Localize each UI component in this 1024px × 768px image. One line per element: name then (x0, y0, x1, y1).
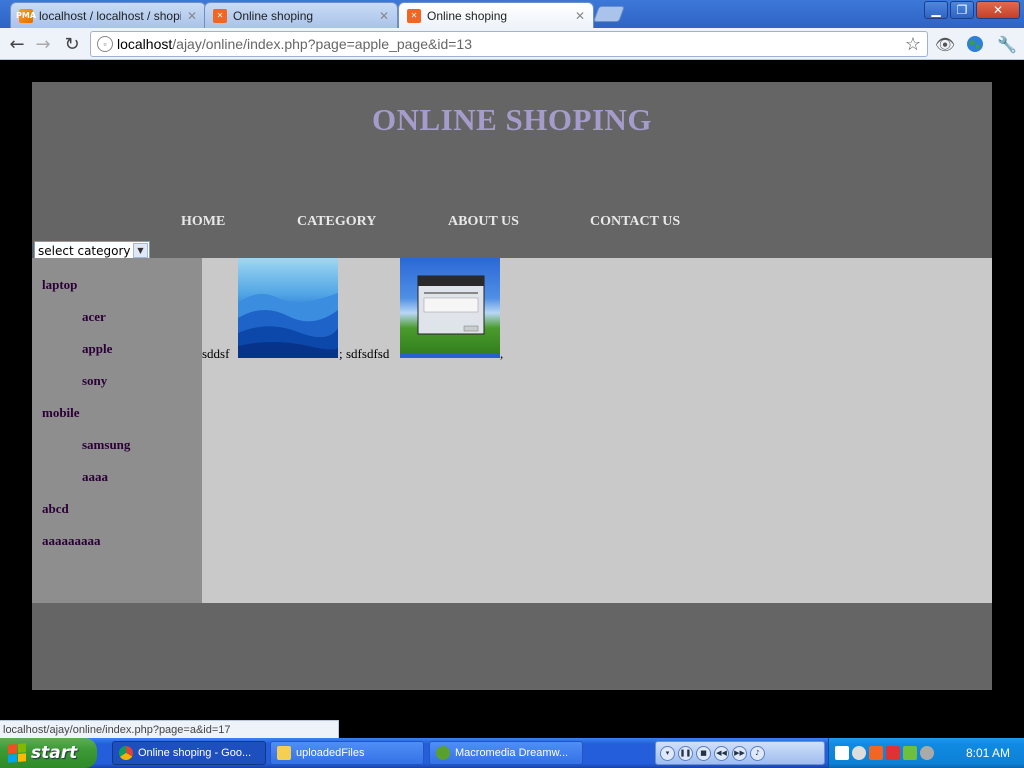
taskbar-item-dreamweaver[interactable]: Macromedia Dreamw... (429, 741, 583, 765)
tab-label: Online shoping (233, 8, 314, 23)
phpmyadmin-icon: PMA (16, 8, 36, 23)
new-tab-button[interactable] (593, 6, 625, 22)
tab-phpmyadmin[interactable]: PMA localhost / localhost / shoping ✕ (10, 2, 206, 28)
security-tray-icon[interactable] (903, 746, 917, 760)
page-icon: ▫ (97, 36, 113, 52)
product-image-mountains[interactable] (238, 258, 338, 358)
sidebar-item-abcd[interactable]: abcd (42, 501, 69, 517)
previous-icon[interactable]: ◀◀ (714, 745, 729, 761)
dreamweaver-icon (436, 746, 450, 760)
browser-tab-strip: PMA localhost / localhost / shoping ✕ ✕ … (0, 0, 1024, 28)
site-footer (32, 603, 992, 690)
nav-category-link[interactable]: CATEGORY (297, 214, 376, 230)
sidebar-item-acer[interactable]: acer (82, 309, 106, 325)
nav-about-us-link[interactable]: ABOUT US (448, 214, 519, 230)
taskbar-item-label: Macromedia Dreamw... (455, 747, 569, 759)
status-url-bubble: localhost/ajay/online/index.php?page=a&i… (0, 720, 339, 738)
next-icon[interactable]: ▶▶ (732, 745, 747, 761)
taskbar-item-uploadedfiles[interactable]: uploadedFiles (270, 741, 424, 765)
tab-online-shoping-active[interactable]: ✕ Online shoping ✕ (398, 2, 594, 28)
start-button[interactable]: start (0, 738, 97, 768)
network-tray-icon[interactable] (886, 746, 900, 760)
eye-extension-icon[interactable]: 👁 (934, 33, 956, 55)
address-bar[interactable]: ▫ localhost/ajay/online/index.php?page=a… (90, 31, 928, 57)
close-window-button[interactable]: ✕ (976, 1, 1020, 19)
clock: 8:01 AM (965, 746, 1010, 760)
taskbar-item-label: uploadedFiles (296, 747, 365, 759)
site-title: ONLINE SHOPING (371, 102, 653, 137)
window-controls: ▁ ❐ ✕ (924, 1, 1020, 19)
xampp-icon: ✕ (213, 8, 227, 23)
back-arrow-icon[interactable]: ← (6, 33, 28, 55)
address-path: /ajay/online/index.php?page=apple_page&i… (172, 36, 472, 52)
tab-close-icon[interactable]: ✕ (379, 9, 389, 23)
sidebar-item-aaaa[interactable]: aaaa (82, 469, 108, 485)
product-area: sddsf ; sdfsdfsd , (202, 258, 992, 603)
wrench-icon[interactable]: 🔧 (996, 33, 1018, 55)
taskbar-item-label: Online shoping - Goo... (138, 747, 252, 759)
chrome-icon (119, 746, 133, 760)
tab-label: localhost / localhost / shoping (39, 8, 181, 23)
tab-close-icon[interactable]: ✕ (187, 9, 197, 23)
site-header: ONLINE SHOPING HOME CATEGORY ABOUT US CO… (32, 82, 992, 260)
folder-icon (277, 746, 291, 760)
minimize-button[interactable]: ▁ (924, 1, 948, 19)
product-name[interactable]: sdfsdfsd (346, 346, 389, 362)
sidebar-item-mobile[interactable]: mobile (42, 405, 80, 421)
update-tray-icon[interactable] (920, 746, 934, 760)
nav-contact-us-link[interactable]: CONTACT US (590, 214, 680, 230)
product-separator: , (500, 346, 504, 361)
tab-online-shoping-1[interactable]: ✕ Online shoping ✕ (204, 2, 398, 28)
tab-label: Online shoping (427, 8, 508, 23)
media-menu-icon[interactable]: ▾ (660, 745, 675, 761)
pause-icon[interactable]: ❚❚ (678, 745, 693, 761)
product-name[interactable]: sddsf (202, 346, 229, 362)
collapse-tray-icon[interactable] (852, 746, 866, 760)
reload-icon[interactable]: ↻ (61, 33, 83, 55)
chevron-down-icon[interactable]: ▼ (133, 243, 148, 258)
address-host: localhost (117, 36, 173, 52)
xampp-icon: ✕ (407, 8, 421, 23)
tab-close-icon[interactable]: ✕ (575, 9, 585, 23)
category-select-value: select category (38, 243, 131, 258)
product-separator: ; (339, 346, 343, 361)
sidebar-item-apple[interactable]: apple (82, 341, 112, 357)
start-label: start (31, 743, 78, 763)
sidebar-item-aaaaaaaaa[interactable]: aaaaaaaaa (42, 533, 101, 549)
xampp-tray-icon[interactable] (869, 746, 883, 760)
category-sidebar: laptop acer apple sony mobile samsung aa… (32, 258, 202, 603)
nav-home-link[interactable]: HOME (181, 214, 225, 230)
media-player-toolbar: ▾ ❚❚ ■ ◀◀ ▶▶ ♪ (655, 741, 825, 765)
globe-extension-icon[interactable] (964, 33, 986, 55)
stop-icon[interactable]: ■ (696, 745, 711, 761)
sidebar-item-sony[interactable]: sony (82, 373, 107, 389)
system-tray: 8:01 AM (828, 738, 1024, 768)
restore-button[interactable]: ❐ (950, 1, 974, 19)
forward-arrow-icon[interactable]: → (32, 33, 54, 55)
help-tray-icon[interactable] (835, 746, 849, 760)
volume-icon[interactable]: ♪ (750, 745, 765, 761)
page-viewport: ONLINE SHOPING HOME CATEGORY ABOUT US CO… (0, 61, 1024, 736)
taskbar-item-chrome[interactable]: Online shoping - Goo... (112, 741, 266, 765)
browser-toolbar: ← → ↻ ▫ localhost/ajay/online/index.php?… (0, 28, 1024, 60)
sidebar-item-samsung[interactable]: samsung (82, 437, 130, 453)
sidebar-item-laptop[interactable]: laptop (42, 277, 77, 293)
product-image-xp-desktop[interactable] (400, 258, 500, 358)
bookmark-star-icon[interactable]: ☆ (905, 34, 921, 55)
taskbar: start Online shoping - Goo... uploadedFi… (0, 738, 1024, 768)
windows-flag-icon (8, 743, 26, 763)
site-container: ONLINE SHOPING HOME CATEGORY ABOUT US CO… (32, 82, 992, 690)
